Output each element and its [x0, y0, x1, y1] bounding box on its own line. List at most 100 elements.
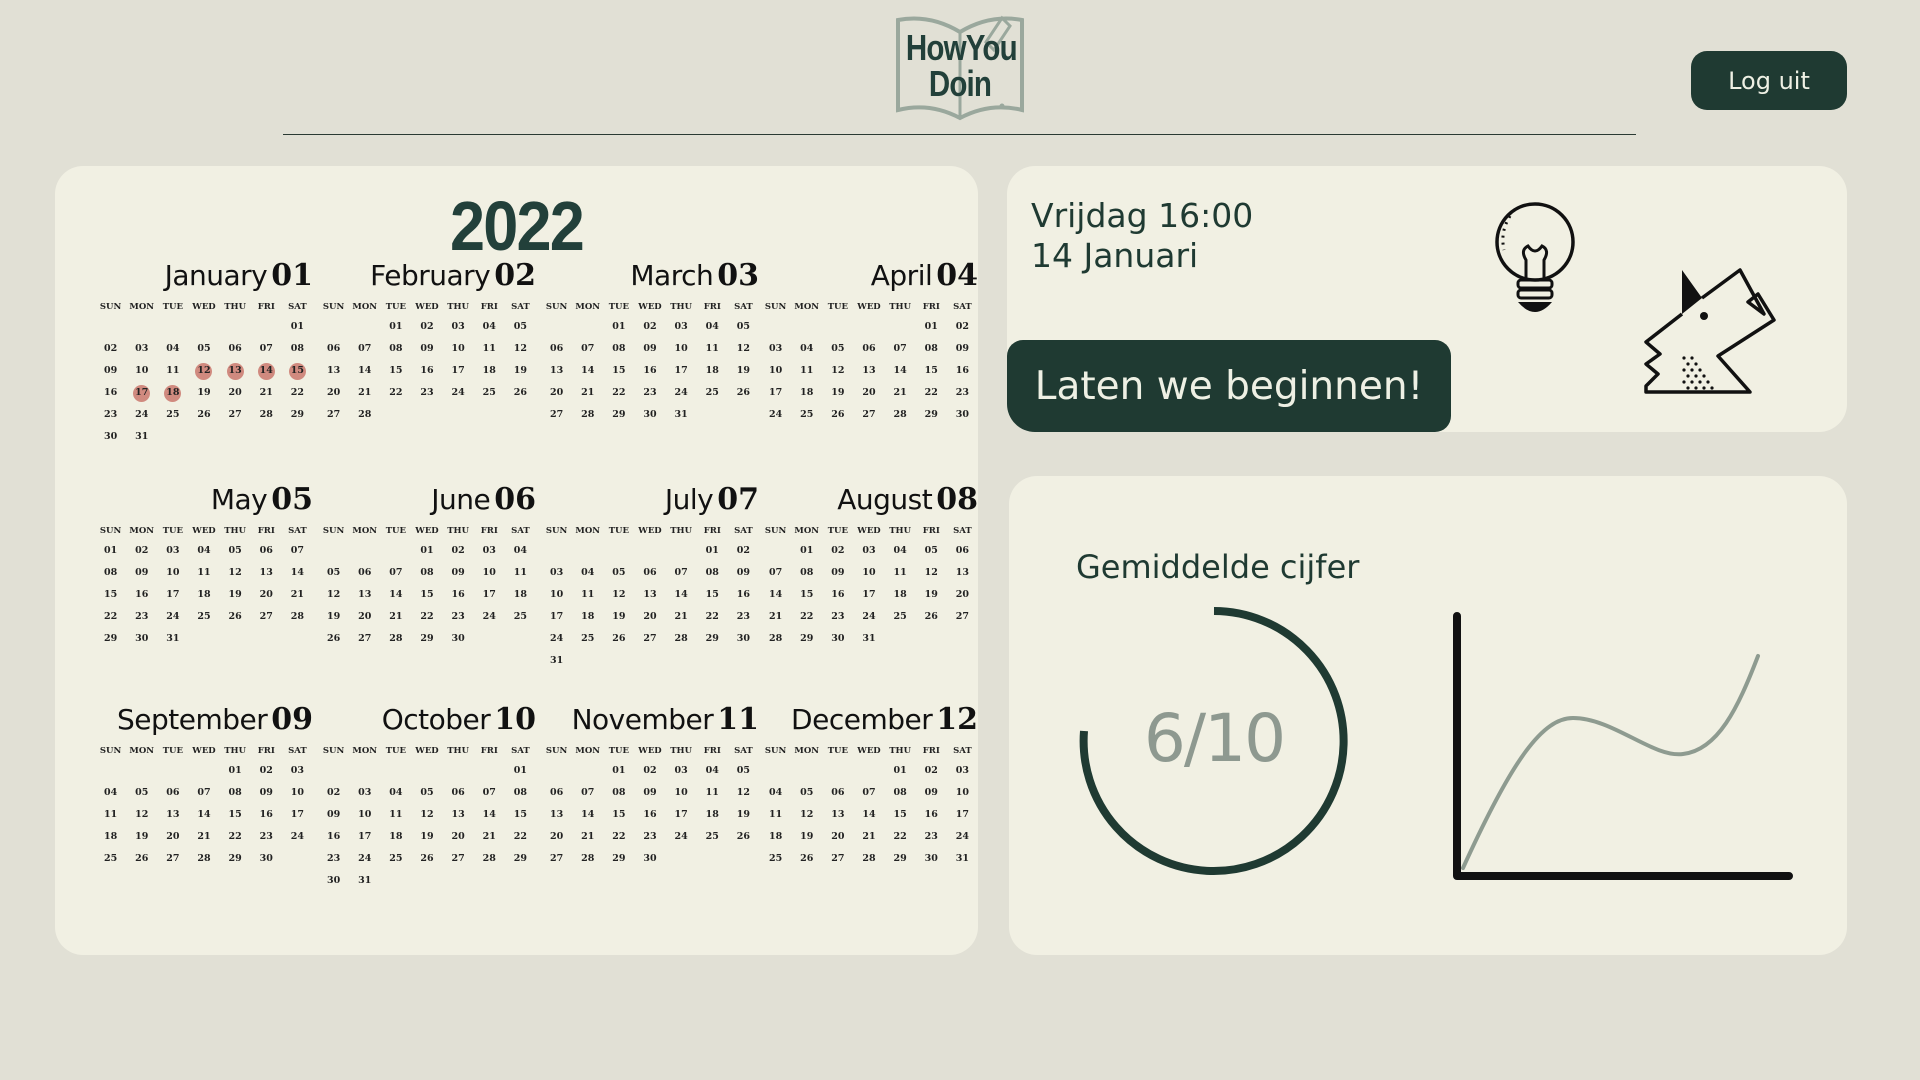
day-cell[interactable]: 10: [666, 338, 697, 360]
day-cell[interactable]: 19: [822, 382, 853, 404]
day-cell[interactable]: 22: [380, 382, 411, 404]
day-cell[interactable]: 23: [126, 606, 157, 628]
day-cell[interactable]: 18: [791, 382, 822, 404]
day-cell[interactable]: 26: [791, 848, 822, 870]
day-cell[interactable]: 27: [220, 404, 251, 426]
day-cell[interactable]: 23: [947, 382, 978, 404]
day-cell[interactable]: 06: [443, 782, 474, 804]
day-cell[interactable]: 02: [916, 760, 947, 782]
day-cell[interactable]: 04: [791, 338, 822, 360]
day-cell[interactable]: 24: [349, 848, 380, 870]
day-cell[interactable]: 17: [666, 360, 697, 382]
day-cell[interactable]: 08: [380, 338, 411, 360]
day-cell[interactable]: 10: [541, 584, 572, 606]
day-cell[interactable]: 21: [349, 382, 380, 404]
day-cell[interactable]: 15: [916, 360, 947, 382]
day-cell[interactable]: 14: [666, 584, 697, 606]
day-cell[interactable]: 20: [220, 382, 251, 404]
day-cell[interactable]: 29: [603, 404, 634, 426]
day-cell[interactable]: 10: [157, 562, 188, 584]
day-cell[interactable]: 20: [349, 606, 380, 628]
day-cell[interactable]: 07: [349, 338, 380, 360]
day-cell[interactable]: 08: [282, 338, 313, 360]
day-cell[interactable]: 27: [157, 848, 188, 870]
day-cell[interactable]: 09: [251, 782, 282, 804]
day-cell[interactable]: 26: [505, 382, 536, 404]
day-cell[interactable]: 01: [885, 760, 916, 782]
day-cell[interactable]: 28: [282, 606, 313, 628]
day-cell[interactable]: 03: [760, 338, 791, 360]
day-cell[interactable]: 17: [666, 804, 697, 826]
day-cell[interactable]: 16: [95, 382, 126, 404]
day-cell[interactable]: 31: [947, 848, 978, 870]
day-cell[interactable]: 24: [666, 382, 697, 404]
day-cell[interactable]: 03: [666, 760, 697, 782]
day-cell[interactable]: 30: [95, 426, 126, 448]
day-cell[interactable]: 09: [95, 360, 126, 382]
day-cell[interactable]: 18: [885, 584, 916, 606]
day-cell[interactable]: 05: [916, 540, 947, 562]
day-cell[interactable]: 12: [318, 584, 349, 606]
day-cell[interactable]: 13: [634, 584, 665, 606]
day-cell[interactable]: 26: [728, 826, 759, 848]
day-cell[interactable]: 27: [947, 606, 978, 628]
day-cell[interactable]: 31: [349, 870, 380, 892]
day-cell[interactable]: 19: [220, 584, 251, 606]
day-cell[interactable]: 25: [572, 628, 603, 650]
day-cell[interactable]: 18: [188, 584, 219, 606]
day-cell[interactable]: 09: [318, 804, 349, 826]
day-cell[interactable]: 15: [791, 584, 822, 606]
day-cell[interactable]: 07: [282, 540, 313, 562]
day-cell[interactable]: 27: [349, 628, 380, 650]
day-cell[interactable]: 28: [760, 628, 791, 650]
day-cell[interactable]: 24: [126, 404, 157, 426]
day-cell[interactable]: 07: [380, 562, 411, 584]
day-cell[interactable]: 17: [282, 804, 313, 826]
day-cell[interactable]: 10: [474, 562, 505, 584]
day-cell[interactable]: 13: [157, 804, 188, 826]
day-cell[interactable]: 09: [634, 338, 665, 360]
day-cell[interactable]: 18: [380, 826, 411, 848]
day-cell[interactable]: 12: [728, 338, 759, 360]
day-cell[interactable]: 04: [760, 782, 791, 804]
day-cell[interactable]: 05: [188, 338, 219, 360]
day-cell[interactable]: 28: [853, 848, 884, 870]
day-cell[interactable]: 07: [572, 338, 603, 360]
day-cell[interactable]: 02: [443, 540, 474, 562]
day-cell[interactable]: 05: [505, 316, 536, 338]
day-cell[interactable]: 31: [541, 650, 572, 672]
day-cell[interactable]: 17: [853, 584, 884, 606]
day-cell[interactable]: 21: [760, 606, 791, 628]
day-cell[interactable]: 14: [251, 360, 282, 382]
day-cell[interactable]: 30: [947, 404, 978, 426]
day-cell[interactable]: 01: [603, 760, 634, 782]
day-cell[interactable]: 22: [791, 606, 822, 628]
day-cell[interactable]: 23: [728, 606, 759, 628]
day-cell[interactable]: 18: [697, 804, 728, 826]
day-cell[interactable]: 16: [822, 584, 853, 606]
day-cell[interactable]: 24: [760, 404, 791, 426]
day-cell[interactable]: 25: [791, 404, 822, 426]
day-cell[interactable]: 03: [349, 782, 380, 804]
day-cell[interactable]: 12: [728, 782, 759, 804]
day-cell[interactable]: 07: [572, 782, 603, 804]
day-cell[interactable]: 11: [188, 562, 219, 584]
day-cell[interactable]: 01: [411, 540, 442, 562]
day-cell[interactable]: 12: [188, 360, 219, 382]
day-cell[interactable]: 11: [572, 584, 603, 606]
day-cell[interactable]: 14: [572, 360, 603, 382]
day-cell[interactable]: 15: [603, 360, 634, 382]
day-cell[interactable]: 03: [947, 760, 978, 782]
day-cell[interactable]: 13: [318, 360, 349, 382]
day-cell[interactable]: 27: [443, 848, 474, 870]
day-cell[interactable]: 11: [505, 562, 536, 584]
day-cell[interactable]: 30: [916, 848, 947, 870]
day-cell[interactable]: 26: [916, 606, 947, 628]
day-cell[interactable]: 24: [474, 606, 505, 628]
day-cell[interactable]: 17: [157, 584, 188, 606]
day-cell[interactable]: 13: [822, 804, 853, 826]
day-cell[interactable]: 02: [411, 316, 442, 338]
day-cell[interactable]: 04: [157, 338, 188, 360]
day-cell[interactable]: 20: [443, 826, 474, 848]
day-cell[interactable]: 09: [443, 562, 474, 584]
